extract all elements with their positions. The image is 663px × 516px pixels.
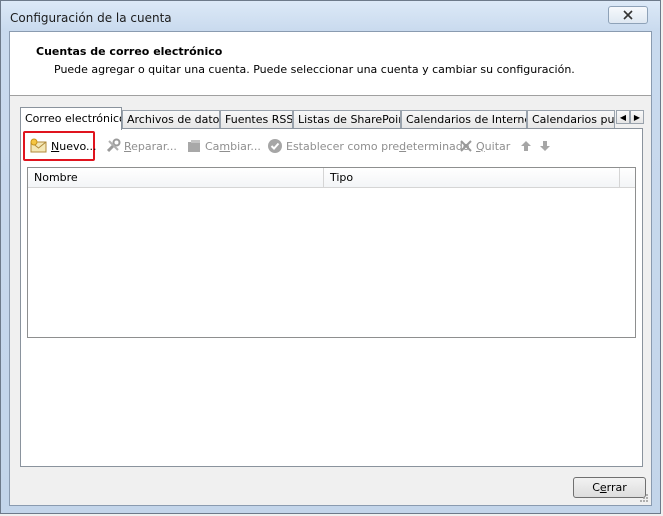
move-up-button[interactable] [520,135,532,157]
remove-label-hotkey: Q [476,139,485,153]
accounts-list[interactable]: Nombre Tipo [27,167,636,338]
move-down-button[interactable] [539,135,551,157]
chevron-left-icon: ◀ [619,112,627,122]
tab-email[interactable]: Correo electrónico [20,107,122,130]
header-panel: Cuentas de correo electrónico Puede agre… [10,32,651,96]
change-label-hotkey: m [219,139,231,153]
window-close-button[interactable] [608,6,648,24]
resize-grip-icon[interactable] [639,493,649,503]
dialog-client-area: Cuentas de correo electrónico Puede agre… [9,31,652,506]
remove-x-icon [460,140,472,152]
repair-button[interactable]: Reparar... [105,135,177,157]
remove-button[interactable]: Quitar [459,135,510,157]
close-label-hotkey: e [599,481,607,494]
new-label: uevo... [59,139,97,153]
repair-label: eparar... [131,139,177,153]
tab-published-calendars[interactable]: Calendarios publi [527,110,615,128]
arrow-up-icon [521,141,531,151]
column-header-type[interactable]: Tipo [324,168,620,187]
change-settings-icon [188,140,200,152]
account-settings-window: Configuración de la cuenta Cuentas de co… [0,0,661,514]
title-bar[interactable]: Configuración de la cuenta [1,1,660,31]
close-label-a: C [592,481,600,494]
set-default-label-a: Establecer como pre [286,139,400,153]
set-default-button[interactable]: Establecer como predeterminado [267,135,470,157]
tab-data-files[interactable]: Archivos de datos [122,110,220,128]
new-mail-icon [30,138,47,153]
new-account-button[interactable]: Nuevo... [30,135,97,157]
tab-scroll-left-button[interactable]: ◀ [616,110,630,124]
column-header-name[interactable]: Nombre [28,168,324,187]
tab-rss-feeds[interactable]: Fuentes RSS [220,110,293,128]
change-button[interactable]: Cambiar... [186,135,261,157]
close-icon [623,10,633,20]
header-title: Cuentas de correo electrónico [36,45,223,58]
remove-label: uitar [484,139,511,153]
arrow-down-icon [540,141,550,151]
close-dialog-button[interactable]: Cerrar [573,477,646,498]
change-label-b: biar... [230,139,261,153]
chevron-right-icon: ▶ [633,112,641,122]
window-title: Configuración de la cuenta [10,11,172,25]
tab-sharepoint-lists[interactable]: Listas de SharePoint [293,110,401,128]
tab-internet-calendars[interactable]: Calendarios de Internet [401,110,527,128]
new-label-hotkey: N [51,139,60,153]
close-label-b: rrar [606,481,627,494]
tab-scroll-right-button[interactable]: ▶ [630,110,644,124]
checkmark-circle-icon [268,139,282,153]
accounts-list-header: Nombre Tipo [28,168,635,188]
email-tab-panel: Nuevo... Reparar... Cambiar... Establece… [20,128,643,467]
tab-strip: Correo electrónico Archivos de datos Fue… [20,107,644,130]
account-toolbar: Nuevo... Reparar... Cambiar... Establece… [21,131,642,161]
change-label-a: Ca [205,139,220,153]
repair-tools-icon [106,138,121,153]
header-subtitle: Puede agregar o quitar una cuenta. Puede… [54,63,575,76]
